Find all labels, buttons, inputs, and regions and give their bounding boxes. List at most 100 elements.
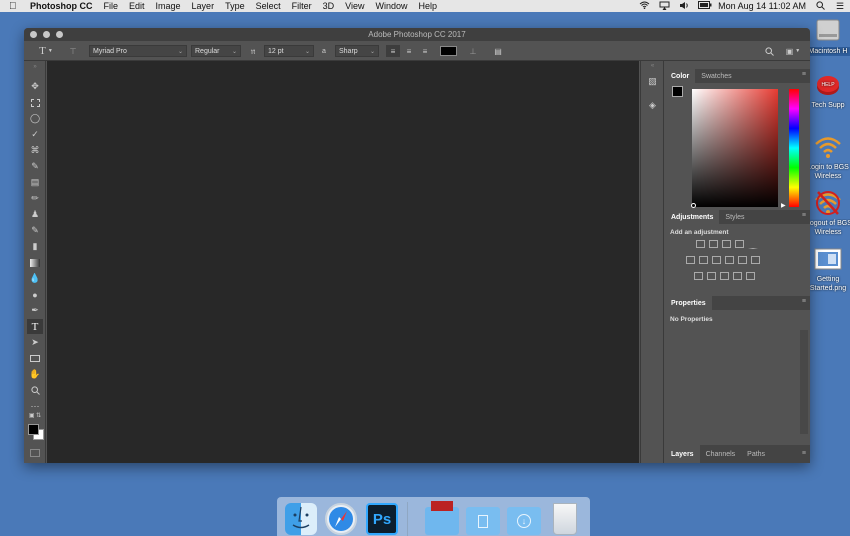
menu-edit[interactable]: Edit (129, 1, 145, 11)
hue-slider-handle[interactable]: ▶ (781, 202, 786, 209)
properties-scrollbar[interactable] (800, 330, 808, 434)
curves-icon[interactable] (722, 240, 731, 248)
align-right-button[interactable]: ≡ (418, 45, 432, 57)
menu-filter[interactable]: Filter (292, 1, 312, 11)
foreground-color-swatch[interactable] (28, 424, 39, 435)
font-style-select[interactable]: Regular ⌄ (191, 45, 241, 57)
quick-mask-button[interactable] (27, 445, 43, 460)
character-panel-button[interactable]: ▤ (491, 45, 505, 57)
toolbar-collapse-icon[interactable]: » (27, 63, 43, 71)
levels-icon[interactable] (709, 240, 718, 248)
marquee-tool[interactable] (27, 95, 43, 110)
blur-tool[interactable]: 💧 (27, 271, 43, 286)
menu-select[interactable]: Select (256, 1, 281, 11)
wifi-icon[interactable] (638, 1, 650, 11)
posterize-icon[interactable] (707, 272, 716, 280)
warp-text-button[interactable]: ⊥ (466, 45, 480, 57)
desktop-icon-hard-drive[interactable]: Macintosh H (806, 16, 850, 56)
font-size-select[interactable]: 12 pt ⌄ (264, 45, 314, 57)
rectangle-tool[interactable] (27, 351, 43, 366)
zoom-tool[interactable] (27, 383, 43, 398)
black-white-icon[interactable] (712, 256, 721, 264)
menu-3d[interactable]: 3D (323, 1, 335, 11)
photo-filter-icon[interactable] (725, 256, 734, 264)
hand-tool[interactable]: ✋ (27, 367, 43, 382)
photoshop-dock-icon[interactable]: Ps (366, 503, 398, 535)
dodge-tool[interactable]: ● (27, 287, 43, 302)
eraser-tool[interactable]: ▮ (27, 239, 43, 254)
battery-icon[interactable] (698, 1, 712, 11)
apple-icon[interactable]:  (9, 1, 21, 12)
color-lookup-icon[interactable] (751, 256, 760, 264)
volume-icon[interactable] (678, 1, 690, 12)
type-tool[interactable]: T (27, 319, 43, 334)
color-field[interactable] (692, 89, 778, 207)
tab-styles[interactable]: Styles (719, 210, 750, 224)
workspace-switcher[interactable]: ▣ ▼ (782, 45, 804, 57)
selective-color-icon[interactable] (746, 272, 755, 280)
trash-icon[interactable] (553, 503, 577, 535)
panel-menu-icon[interactable]: ≡ (802, 71, 806, 78)
document-canvas-area[interactable] (47, 61, 639, 463)
toggle-orientation-button[interactable]: ⊤ (66, 45, 80, 57)
desktop-icon-login-wireless[interactable]: Login to BGS Wireless (806, 134, 850, 181)
menu-help[interactable]: Help (418, 1, 437, 11)
color-picker-cursor[interactable] (691, 203, 696, 208)
desktop-icon-getting-started[interactable]: Getting Started.png (806, 248, 850, 293)
color-balance-icon[interactable] (699, 256, 708, 264)
menu-image[interactable]: Image (156, 1, 181, 11)
search-icon[interactable] (814, 0, 826, 12)
default-colors-button[interactable]: ▣ ⇅ (27, 411, 43, 419)
safari-icon[interactable] (325, 503, 357, 535)
menu-view[interactable]: View (345, 1, 364, 11)
panel-menu-icon[interactable]: ≡ (802, 298, 806, 305)
foreground-color-chip[interactable] (672, 86, 683, 97)
tab-adjustments[interactable]: Adjustments (665, 210, 720, 224)
font-family-select[interactable]: Myriad Pro ⌄ (89, 45, 187, 57)
align-left-button[interactable]: ≡ (386, 45, 400, 57)
channel-mixer-icon[interactable] (738, 256, 747, 264)
vibrance-icon[interactable] (748, 240, 758, 249)
brush-tool[interactable]: ✏ (27, 191, 43, 206)
panel-menu-icon[interactable]: ≡ (802, 212, 806, 219)
hue-slider[interactable] (789, 89, 799, 207)
tab-paths[interactable]: Paths (741, 445, 771, 463)
brightness-contrast-icon[interactable] (696, 240, 705, 248)
pen-tool[interactable]: ✒ (27, 303, 43, 318)
tab-color[interactable]: Color (665, 69, 696, 83)
history-brush-tool[interactable]: ✎ (27, 223, 43, 238)
quick-selection-tool[interactable]: ✓ (27, 127, 43, 142)
expand-panels-icon[interactable]: « (646, 63, 659, 69)
crop-tool[interactable]: ⌘ (27, 143, 43, 158)
desktop-icon-tech-support[interactable]: HELP Tech Supp (806, 72, 850, 110)
search-button[interactable] (762, 45, 776, 57)
move-tool[interactable]: ✥ (27, 79, 43, 94)
tab-swatches[interactable]: Swatches (695, 69, 737, 83)
history-panel-button[interactable]: ▧ (646, 75, 659, 88)
menubar-clock[interactable]: Mon Aug 14 11:02 AM (718, 1, 806, 11)
antialias-select[interactable]: Sharp ⌄ (335, 45, 379, 57)
path-selection-tool[interactable]: ➤ (27, 335, 43, 350)
healing-brush-tool[interactable]: ▤ (27, 175, 43, 190)
menu-app-name[interactable]: Photoshop CC (30, 1, 93, 11)
hue-saturation-icon[interactable] (686, 256, 695, 264)
lasso-tool[interactable]: ◯ (27, 111, 43, 126)
tab-layers[interactable]: Layers (665, 445, 700, 463)
exposure-icon[interactable] (735, 240, 744, 248)
menu-type[interactable]: Type (225, 1, 245, 11)
tab-channels[interactable]: Channels (700, 445, 742, 463)
invert-icon[interactable] (694, 272, 703, 280)
properties-panel-button[interactable]: ◈ (646, 99, 659, 112)
downloads-folder-icon[interactable]: ↓ (507, 507, 541, 535)
airplay-icon[interactable] (658, 1, 670, 12)
tab-properties[interactable]: Properties (665, 296, 712, 310)
text-color-swatch[interactable] (440, 45, 457, 57)
finder-icon[interactable] (285, 503, 317, 535)
align-center-button[interactable]: ≡ (402, 45, 416, 57)
tool-preset-picker[interactable]: T ▼ (36, 45, 56, 57)
applications-folder-icon[interactable] (425, 501, 459, 535)
menu-file[interactable]: File (104, 1, 119, 11)
menu-layer[interactable]: Layer (192, 1, 215, 11)
notification-center-icon[interactable]: ☰ (834, 1, 846, 12)
eyedropper-tool[interactable]: ✎ (27, 159, 43, 174)
